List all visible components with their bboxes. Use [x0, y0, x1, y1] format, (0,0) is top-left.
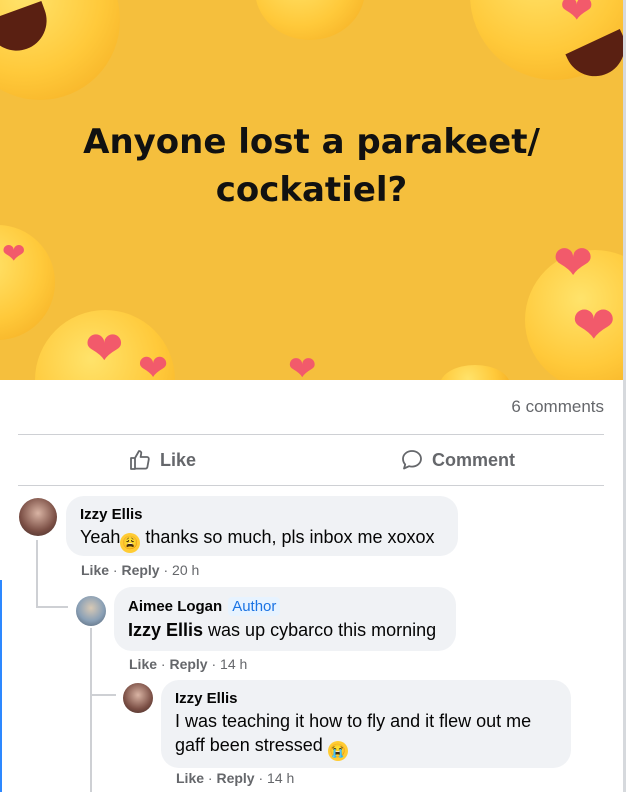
comment-timestamp[interactable]: 14 h	[220, 656, 247, 672]
avatar[interactable]	[76, 596, 106, 626]
heart-decoration: ❤	[2, 238, 26, 269]
thread-line	[90, 628, 92, 792]
speech-bubble-icon	[402, 450, 422, 470]
author-badge: Author	[228, 597, 281, 616]
comment-text-part: Yeah	[80, 527, 121, 547]
comment-label: Comment	[432, 449, 516, 470]
mention-link[interactable]: Izzy Ellis	[128, 620, 203, 640]
comment-like-link[interactable]: Like	[129, 656, 157, 672]
comment-actions: Like · Reply · 14 h	[176, 770, 295, 786]
comment-text: I was teaching it how to fly and it flew…	[175, 709, 557, 761]
heart-decoration: ❤	[288, 350, 317, 380]
heart-decoration: ❤	[85, 322, 124, 374]
comment-bubble: Izzy Ellis Yeah 😩 thanks so much, pls inb…	[66, 496, 458, 556]
thumbs-up-icon	[130, 450, 150, 470]
heart-decoration: ❤	[138, 347, 169, 381]
comment-text: Yeah 😩 thanks so much, pls inbox me xoxox	[80, 525, 444, 553]
heart-decoration: ❤	[572, 297, 616, 355]
banner-title-line-1: Anyone lost a parakeet/	[83, 122, 540, 162]
scroll-indicator	[0, 580, 2, 792]
avatar[interactable]	[123, 683, 153, 713]
banner-title-line-2: cockatiel?	[215, 170, 408, 210]
thread-line	[90, 694, 116, 696]
comment-text-part: gaff been stressed	[175, 735, 323, 755]
comment-author[interactable]: Aimee Logan	[128, 598, 222, 615]
comment-button[interactable]: Comment	[400, 448, 515, 472]
comment-timestamp[interactable]: 20 h	[172, 562, 199, 578]
crying-face-emoji: 😭	[327, 741, 348, 761]
thread-line	[36, 540, 38, 608]
comment-actions: Like · Reply · 20 h	[81, 562, 200, 578]
comment-text-part: was up cybarco this morning	[203, 620, 437, 640]
comment-reply-link[interactable]: Reply	[121, 562, 159, 578]
comment-author[interactable]: Izzy Ellis	[80, 506, 444, 523]
banner-title: Anyone lost a parakeet/ cockatiel?	[0, 118, 623, 214]
comment-text-line: gaff been stressed 😭	[175, 733, 557, 761]
emoji-decoration	[440, 365, 510, 380]
divider	[18, 485, 604, 486]
comment-bubble: Aimee Logan Author Izzy Ellis was up cyba…	[114, 587, 456, 651]
comment-like-link[interactable]: Like	[176, 770, 204, 786]
heart-decoration: ❤	[560, 0, 594, 32]
divider	[18, 434, 604, 435]
comment-reply-link[interactable]: Reply	[169, 656, 207, 672]
comment-actions: Like · Reply · 14 h	[129, 656, 248, 672]
tired-face-emoji: 😩	[120, 533, 141, 553]
heart-decoration: ❤	[553, 237, 594, 290]
like-label: Like	[160, 449, 197, 470]
comment-like-link[interactable]: Like	[81, 562, 109, 578]
comment-bubble: Izzy Ellis I was teaching it how to fly …	[161, 680, 571, 768]
thread-line	[36, 606, 68, 608]
avatar[interactable]	[19, 498, 57, 536]
comment-author[interactable]: Izzy Ellis	[175, 690, 557, 707]
comment-text-part: thanks so much, pls inbox me xoxox	[140, 527, 435, 547]
comment-text-line: I was teaching it how to fly and it flew…	[175, 711, 532, 731]
like-button[interactable]: Like	[128, 448, 196, 472]
comment-text: Izzy Ellis was up cybarco this morning	[128, 618, 442, 642]
comments-count-link[interactable]: 6 comments	[511, 397, 604, 417]
emoji-decoration	[255, 0, 365, 40]
comment-header: Aimee Logan Author	[128, 597, 442, 616]
post-banner: ❤ ❤ ❤ ❤ ❤ ❤ ❤ Anyone lost a parakeet/ co…	[0, 0, 623, 380]
comment-reply-link[interactable]: Reply	[216, 770, 254, 786]
comment-timestamp[interactable]: 14 h	[267, 770, 294, 786]
